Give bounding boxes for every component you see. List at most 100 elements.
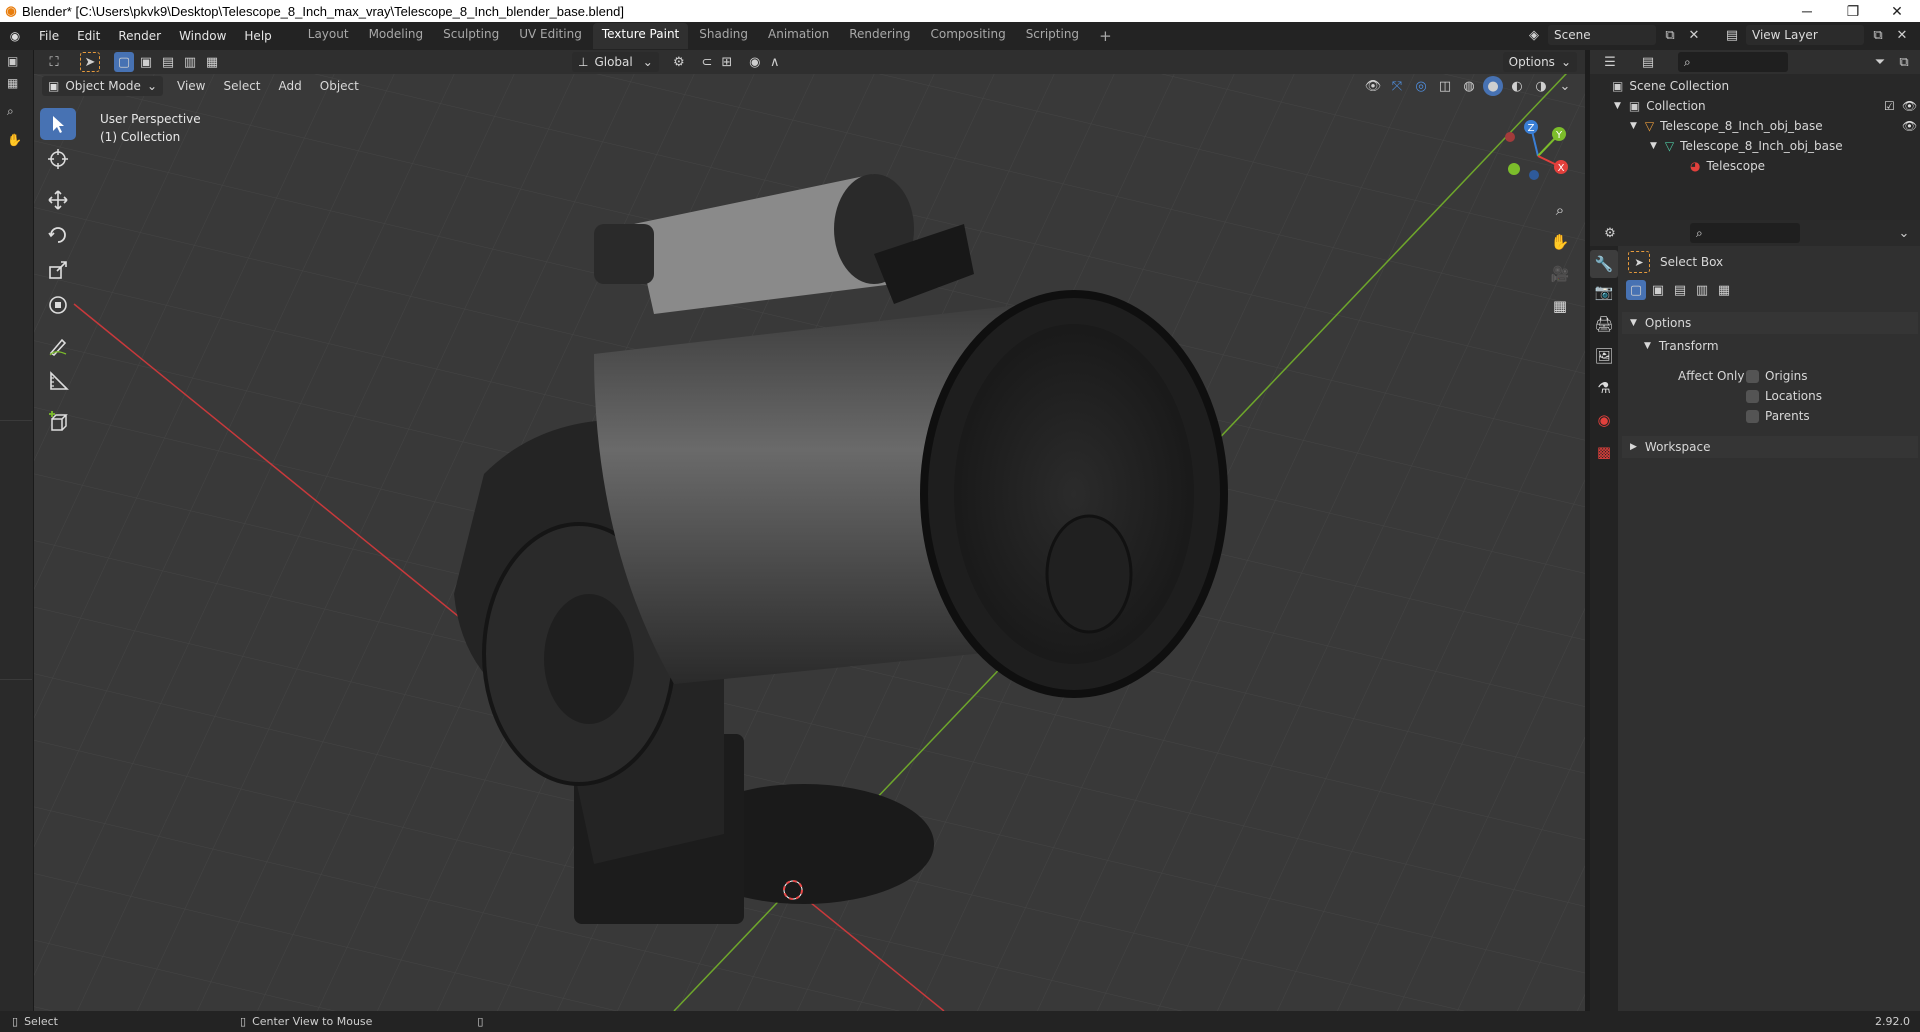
falloff-icon[interactable]: ∧ [765,52,785,72]
outliner-search-input[interactable]: ⌕ [1678,52,1788,72]
locations-checkbox[interactable]: Locations [1746,386,1822,406]
add-cube-tool[interactable] [40,406,76,438]
add-menu[interactable]: Add [279,79,302,93]
mode-invert-icon[interactable]: ▥ [180,52,200,72]
snap-icon[interactable]: ⊂ [697,52,717,72]
eye-icon[interactable]: 👁 [1902,99,1917,113]
close-button[interactable]: ✕ [1874,0,1920,22]
object-menu[interactable]: Object [320,79,359,93]
chevron-down-icon[interactable]: ⌄ [1894,223,1914,243]
menu-file[interactable]: File [30,29,68,43]
move-tool[interactable] [40,184,76,216]
scene-icon[interactable]: ◈ [1524,25,1544,45]
tab-animation[interactable]: Animation [759,23,838,49]
new-collection-icon[interactable]: ⧉ [1894,52,1914,72]
scene-field[interactable]: Scene [1548,25,1656,45]
xray-icon[interactable]: ◫ [1435,76,1455,96]
delete-view-layer-icon[interactable]: ✕ [1892,25,1912,45]
tab-view-layer-icon[interactable]: 🖼 [1590,342,1618,370]
new-view-layer-icon[interactable]: ⧉ [1868,25,1888,45]
tab-texture-icon[interactable]: ▩ [1590,438,1618,466]
outliner-item-object[interactable]: ▼ ▽ Telescope_8_Inch_obj_base 👁 [1630,116,1917,136]
menu-edit[interactable]: Edit [68,29,109,43]
pivot-icon[interactable]: ⚙ [669,52,689,72]
3d-viewport[interactable]: Z Y X User Perspective (1) Collection ▣ … [34,74,1585,1011]
mode-invert-icon[interactable]: ▥ [1692,280,1712,300]
mode-extend-icon[interactable]: ▣ [136,52,156,72]
wireframe-shading-icon[interactable]: ◍ [1459,76,1479,96]
options-panel-header[interactable]: ▼ Options [1622,312,1918,334]
tab-compositing[interactable]: Compositing [921,23,1014,49]
tab-uv-editing[interactable]: UV Editing [510,23,591,49]
tab-modeling[interactable]: Modeling [360,23,433,49]
tab-layout[interactable]: Layout [299,23,358,49]
outliner-item-mesh[interactable]: ▼ ▽ Telescope_8_Inch_obj_base [1650,136,1843,156]
mode-set-icon[interactable]: ▢ [1626,280,1646,300]
menu-window[interactable]: Window [170,29,235,43]
tab-world-icon[interactable]: ◉ [1590,406,1618,434]
menu-render[interactable]: Render [109,29,170,43]
zoom-icon[interactable]: ⌕ [1546,196,1574,224]
expand-arrow-icon[interactable]: ▼ [1614,101,1621,111]
outliner-editor-icon[interactable]: ☰ [1600,52,1620,72]
editor-type-icon[interactable]: ⛶ [44,52,64,72]
grid-ortho-icon[interactable]: ▦ [1546,292,1574,320]
scale-tool[interactable] [40,254,76,286]
expand-arrow-icon[interactable]: ▼ [1630,121,1637,131]
tab-scripting[interactable]: Scripting [1017,23,1088,49]
blender-menu-icon[interactable]: ◉ [0,29,30,43]
mode-set-icon[interactable]: ▢ [114,52,134,72]
annotate-tool[interactable] [40,330,76,362]
select-box-tool-icon[interactable]: ➤ [80,52,100,72]
mode-intersect-icon[interactable]: ▦ [1714,280,1734,300]
tab-shading[interactable]: Shading [690,23,757,49]
mode-subtract-icon[interactable]: ▤ [1670,280,1690,300]
editor-type-icon[interactable]: ▣ [7,54,26,68]
expand-arrow-icon[interactable]: ▼ [1650,141,1657,151]
parents-checkbox[interactable]: Parents [1746,406,1810,426]
cursor-tool[interactable] [40,143,76,175]
image-editor-icon[interactable]: ▦ [7,76,26,90]
tab-sculpting[interactable]: Sculpting [434,23,508,49]
view-menu[interactable]: View [177,79,205,93]
orientation-dropdown[interactable]: ⊥ Global ⌄ [572,52,659,72]
menu-help[interactable]: Help [235,29,280,43]
rotate-tool[interactable] [40,219,76,251]
view-layer-field[interactable]: View Layer [1746,25,1864,45]
outliner-item-collection[interactable]: ▼ ▣ Collection ☑ 👁 [1614,96,1917,116]
material-shading-icon[interactable]: ◐ [1507,76,1527,96]
measure-tool[interactable] [40,365,76,397]
transform-subpanel-header[interactable]: ▼ Transform [1636,336,1719,356]
tab-rendering[interactable]: Rendering [840,23,919,49]
options-dropdown[interactable]: Options ⌄ [1502,52,1577,72]
mode-dropdown[interactable]: ▣ Object Mode ⌄ [42,76,163,96]
hand-icon[interactable]: ✋ [7,133,26,147]
mode-subtract-icon[interactable]: ▤ [158,52,178,72]
filter-icon[interactable]: ⏷ [1870,52,1890,72]
view-layer-icon[interactable]: ▤ [1722,25,1742,45]
transform-tool[interactable] [40,289,76,321]
new-scene-icon[interactable]: ⧉ [1660,25,1680,45]
visibility-icon[interactable]: 👁 [1363,76,1383,96]
zoom-icon[interactable]: ⌕ [7,104,26,119]
mode-extend-icon[interactable]: ▣ [1648,280,1668,300]
rendered-shading-icon[interactable]: ◑ [1531,76,1551,96]
add-workspace-icon[interactable]: + [1090,23,1121,49]
tab-render-icon[interactable]: 📷 [1590,278,1618,306]
tab-scene-icon[interactable]: ⚗ [1590,374,1618,402]
display-mode-icon[interactable]: ▤ [1638,52,1658,72]
tab-output-icon[interactable]: 🖨 [1590,310,1618,338]
exclude-checkbox-icon[interactable]: ☑ [1884,99,1895,113]
properties-editor-icon[interactable]: ⚙ [1600,223,1620,243]
eye-icon[interactable]: 👁 [1902,119,1917,133]
overlay-toggle-icon[interactable]: ◎ [1411,76,1431,96]
maximize-button[interactable]: ❐ [1830,0,1876,22]
hand-pan-icon[interactable]: ✋ [1546,228,1574,256]
solid-shading-icon[interactable]: ● [1483,76,1503,96]
snap-target-icon[interactable]: ⊞ [717,52,737,72]
tab-texture-paint[interactable]: Texture Paint [592,23,689,49]
outliner-item-material[interactable]: ◕ Telescope [1690,156,1765,176]
chevron-down-icon[interactable]: ⌄ [1555,76,1575,96]
proportional-edit-icon[interactable]: ◉ [745,52,765,72]
workspace-panel-header[interactable]: ▶ Workspace [1622,436,1918,458]
